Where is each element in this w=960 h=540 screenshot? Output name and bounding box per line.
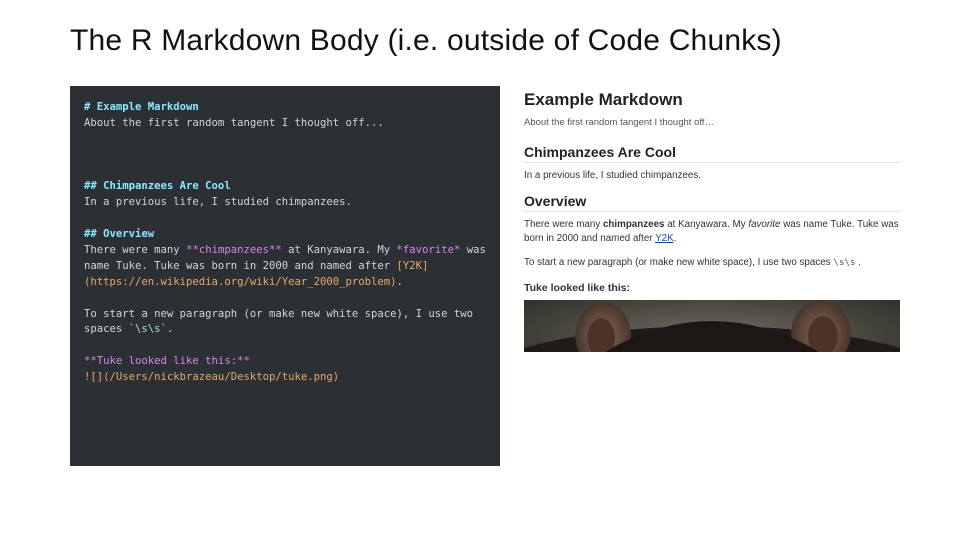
src-p5img: ![](/Users/nickbrazeau/Desktop/tuke.png) xyxy=(84,371,339,383)
slide: The R Markdown Body (i.e. outside of Cod… xyxy=(0,0,960,540)
src-p3d: . xyxy=(397,276,403,288)
render-p4code: \s\s xyxy=(833,257,855,268)
src-h1: # Example Markdown xyxy=(84,101,199,113)
src-p5bold: **Tuke looked like this:** xyxy=(84,355,250,367)
render-p4a: To start a new paragraph (or make new wh… xyxy=(524,257,833,268)
render-p3d: . xyxy=(674,233,677,244)
render-p5: Tuke looked like this: xyxy=(524,281,900,296)
render-p3link[interactable]: Y2K xyxy=(655,233,674,244)
render-p3b: at Kanyawara. My xyxy=(664,219,748,230)
render-p4: To start a new paragraph (or make new wh… xyxy=(524,256,900,270)
src-h2a: ## Chimpanzees Are Cool xyxy=(84,180,231,192)
src-p3linkurl: (https://en.wikipedia.org/wiki/Year_2000… xyxy=(84,276,397,288)
src-p3b: at Kanyawara. My xyxy=(282,244,397,256)
render-sub: About the first random tangent I thought… xyxy=(524,116,900,130)
rendered-output: Example Markdown About the first random … xyxy=(524,86,900,466)
markdown-source-editor: # Example Markdown About the first rando… xyxy=(70,86,500,466)
src-p3a: There were many xyxy=(84,244,186,256)
src-p1: About the first random tangent I thought… xyxy=(84,117,384,129)
render-h1: Example Markdown xyxy=(524,90,900,110)
src-p3ital: *favorite* xyxy=(397,244,461,256)
render-p2: In a previous life, I studied chimpanzee… xyxy=(524,169,900,183)
src-p3bold: **chimpanzees** xyxy=(186,244,282,256)
src-p4b: . xyxy=(167,323,173,335)
render-h2b: Overview xyxy=(524,193,900,212)
render-p3a: There were many xyxy=(524,219,603,230)
render-p4b: . xyxy=(855,257,860,268)
src-p3linklbl: [Y2K] xyxy=(397,260,429,272)
render-p3ital: favorite xyxy=(748,219,780,230)
src-p4code: `\s\s` xyxy=(129,323,167,335)
panels: # Example Markdown About the first rando… xyxy=(70,86,900,466)
render-h2a: Chimpanzees Are Cool xyxy=(524,144,900,163)
slide-title: The R Markdown Body (i.e. outside of Cod… xyxy=(70,24,900,58)
chimpanzee-image xyxy=(524,300,900,352)
render-image-wrap xyxy=(524,300,900,352)
src-h2b: ## Overview xyxy=(84,228,154,240)
render-p3: There were many chimpanzees at Kanyawara… xyxy=(524,218,900,246)
render-p3bold: chimpanzees xyxy=(603,219,665,230)
src-p2: In a previous life, I studied chimpanzee… xyxy=(84,196,352,208)
